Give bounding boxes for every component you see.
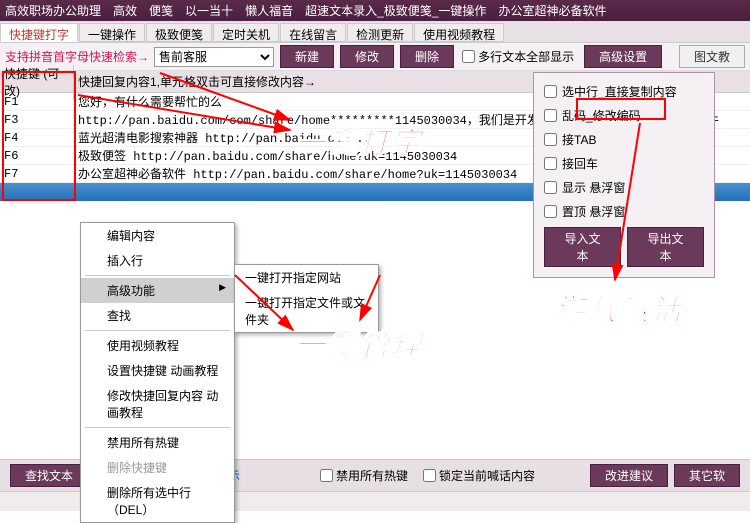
image-tutorial-button[interactable]: 图文教: [679, 45, 745, 68]
disable-hotkeys-checkbox[interactable]: 禁用所有热键: [320, 467, 408, 484]
context-menu: 编辑内容 插入行 高级功能 查找 使用视频教程 设置快捷键 动画教程 修改快捷回…: [80, 222, 235, 523]
multiline-checkbox[interactable]: 多行文本全部显示: [462, 48, 574, 65]
submenu-advanced: 一键打开指定网站 一键打开指定文件或文件夹: [234, 264, 379, 333]
tab-video[interactable]: 使用视频教程: [414, 23, 504, 42]
lock-content-checkbox[interactable]: 锁定当前喊话内容: [423, 467, 535, 484]
menu-advanced[interactable]: 高级功能: [81, 278, 234, 303]
delete-button[interactable]: 删除: [400, 45, 454, 68]
opt-fix-encoding[interactable]: 乱码_修改编码: [544, 107, 704, 124]
new-button[interactable]: 新建: [280, 45, 334, 68]
pinyin-search-label: 支持拼音首字母快速检索→: [5, 48, 149, 65]
menu-delete-shortcut[interactable]: 删除快捷键: [81, 455, 234, 480]
search-combo[interactable]: 售前客服: [154, 47, 274, 67]
menu-video-tutorial[interactable]: 使用视频教程: [81, 333, 234, 358]
advanced-settings-button[interactable]: 高级设置: [584, 45, 662, 68]
tab-notes[interactable]: 极致便笺: [146, 23, 212, 42]
opt-pin-float[interactable]: 置顶 悬浮窗: [544, 203, 704, 220]
tab-message[interactable]: 在线留言: [280, 23, 346, 42]
find-text-button[interactable]: 查找文本: [10, 464, 88, 487]
edit-button[interactable]: 修改: [340, 45, 394, 68]
tab-update[interactable]: 检测更新: [347, 23, 413, 42]
advanced-settings-panel: 选中行_直接复制内容 乱码_修改编码 接TAB 接回车 显示 悬浮窗 置顶 悬浮…: [533, 72, 715, 278]
opt-show-float[interactable]: 显示 悬浮窗: [544, 179, 704, 196]
tab-bar: 快捷键打字 一键操作 极致便笺 定时关机 在线留言 检测更新 使用视频教程: [0, 21, 750, 43]
menu-insert-row[interactable]: 插入行: [81, 248, 234, 273]
menu-disable-hotkeys[interactable]: 禁用所有热键: [81, 430, 234, 455]
menu-edit-content[interactable]: 编辑内容: [81, 223, 234, 248]
menu-set-shortcut-tutorial[interactable]: 设置快捷键 动画教程: [81, 358, 234, 383]
tab-one-click[interactable]: 一键操作: [79, 23, 145, 42]
menu-find[interactable]: 查找: [81, 303, 234, 328]
menu-modify-tutorial[interactable]: 修改快捷回复内容 动画教程: [81, 383, 234, 425]
menu-delete-selected[interactable]: 删除所有选中行（DEL）: [81, 480, 234, 522]
submenu-open-website[interactable]: 一键打开指定网站: [235, 265, 378, 290]
annotation-shout: 游战喊话: [555, 285, 683, 329]
suggest-button[interactable]: 改进建议: [590, 464, 668, 487]
import-button[interactable]: 导入文本: [544, 227, 621, 267]
opt-append-enter[interactable]: 接回车: [544, 155, 704, 172]
tab-shutdown[interactable]: 定时关机: [213, 23, 279, 42]
app-title: 高效职场办公助理: [5, 2, 101, 19]
submenu-open-file[interactable]: 一键打开指定文件或文件夹: [235, 290, 378, 332]
other-software-button[interactable]: 其它软: [674, 464, 740, 487]
opt-copy-on-select[interactable]: 选中行_直接复制内容: [544, 83, 704, 100]
toolbar: 支持拼音首字母快速检索→ 售前客服 新建 修改 删除 多行文本全部显示 高级设置…: [0, 43, 750, 71]
opt-append-tab[interactable]: 接TAB: [544, 131, 704, 148]
export-button[interactable]: 导出文本: [627, 227, 704, 267]
tab-shortcut-typing[interactable]: 快捷键打字: [0, 23, 78, 42]
title-bar: 高效职场办公助理 高效 便笺 以一当十 懒人福音 超速文本录入_极致便笺_一键操…: [0, 0, 750, 21]
col-shortcut[interactable]: 快捷键 (可改): [0, 65, 74, 99]
